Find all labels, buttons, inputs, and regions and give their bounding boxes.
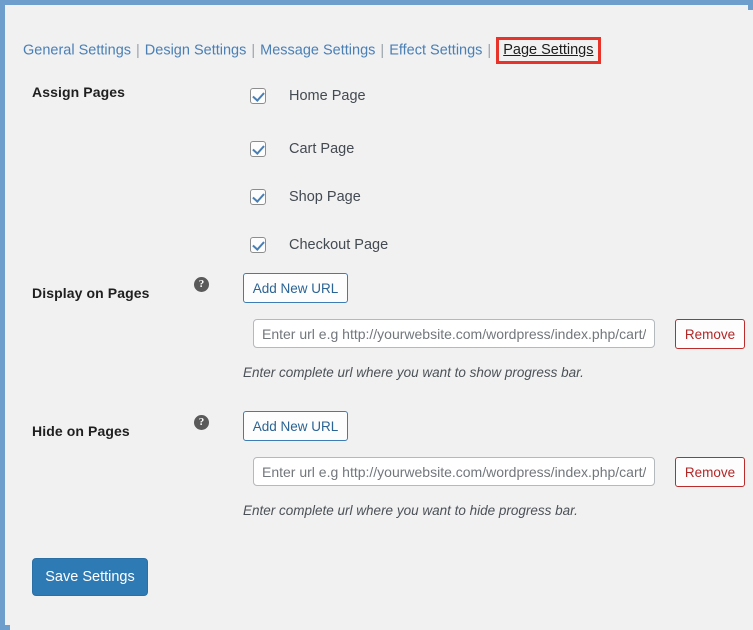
checkbox-home-page[interactable] — [250, 88, 266, 104]
checkbox-checkout-page[interactable] — [250, 237, 266, 253]
hide-on-pages-label: Hide on Pages — [32, 423, 130, 439]
tab-message-settings[interactable]: Message Settings — [260, 43, 375, 59]
tab-page-settings-highlight: Page Settings — [496, 37, 601, 65]
tab-general-settings[interactable]: General Settings — [23, 43, 131, 59]
url-input-display[interactable] — [253, 319, 655, 348]
checkbox-label-checkout-page: Checkout Page — [289, 237, 389, 253]
tab-separator: | — [380, 42, 385, 59]
remove-url-button-display[interactable]: Remove — [675, 319, 745, 349]
checkbox-label-home-page: Home Page — [289, 88, 366, 104]
tab-separator: | — [487, 42, 492, 59]
remove-url-button-hide[interactable]: Remove — [675, 457, 745, 487]
settings-tab-nav: General Settings | Design Settings | Message… — [23, 37, 601, 65]
checkbox-shop-page[interactable] — [250, 189, 266, 205]
checkbox-label-shop-page: Shop Page — [289, 189, 361, 205]
tab-effect-settings[interactable]: Effect Settings — [389, 43, 482, 59]
checkbox-label-cart-page: Cart Page — [289, 141, 355, 157]
display-on-pages-hint: Enter complete url where you want to sho… — [243, 365, 584, 380]
url-input-hide[interactable] — [253, 457, 655, 486]
hide-on-pages-hint: Enter complete url where you want to hid… — [243, 503, 578, 518]
checkbox-cart-page[interactable] — [250, 141, 266, 157]
tab-page-settings[interactable]: Page Settings — [503, 42, 593, 58]
display-on-pages-label: Display on Pages — [32, 285, 150, 301]
settings-page: General Settings | Design Settings | Message… — [10, 10, 753, 630]
tab-separator: | — [136, 42, 140, 59]
tab-separator: | — [251, 42, 256, 59]
window-frame: General Settings | Design Settings | Message… — [0, 0, 753, 630]
save-settings-button[interactable]: Save Settings — [32, 558, 148, 596]
tab-design-settings[interactable]: Design Settings — [145, 43, 247, 59]
question-mark-icon[interactable]: ? — [194, 277, 209, 292]
question-mark-icon[interactable]: ? — [194, 415, 209, 430]
add-new-url-button-hide[interactable]: Add New URL — [243, 411, 348, 441]
add-new-url-button-display[interactable]: Add New URL — [243, 273, 348, 303]
assign-pages-label: Assign Pages — [32, 84, 126, 100]
